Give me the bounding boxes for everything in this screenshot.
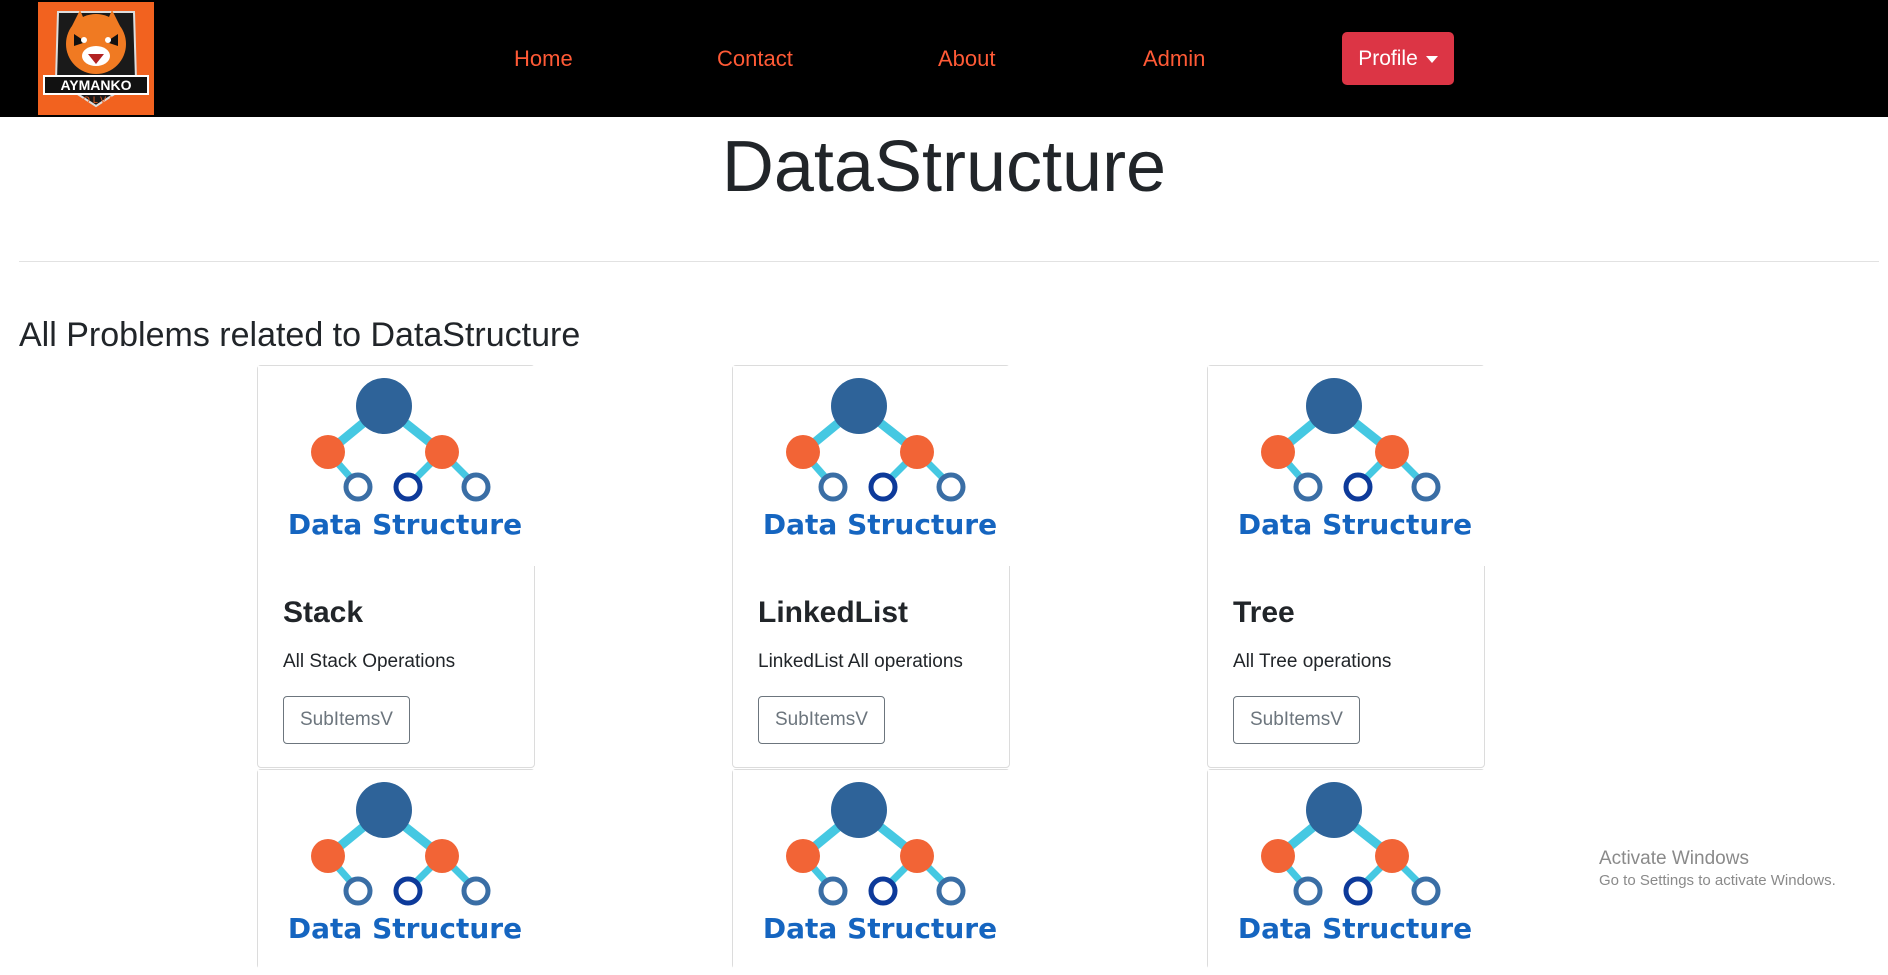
card-text: All Stack Operations bbox=[283, 651, 456, 672]
subitems-button[interactable]: SubItemsV bbox=[283, 696, 410, 744]
activate-windows-watermark: Activate Windows Go to Settings to activ… bbox=[1599, 847, 1836, 891]
divider bbox=[19, 261, 1879, 262]
card-title: Tree bbox=[1233, 596, 1295, 629]
card-text: All Tree operations bbox=[1233, 651, 1392, 672]
card-image-caption: Data Structure bbox=[288, 508, 522, 541]
navbar: AYMANKO SOLVE Home Contact About Admin P… bbox=[0, 0, 1888, 117]
data-structure-tree-icon: Data Structure bbox=[1208, 770, 1486, 970]
card-image-caption: Data Structure bbox=[288, 912, 522, 945]
caret-down-icon bbox=[1425, 56, 1438, 63]
tiger-logo-icon[interactable]: AYMANKO SOLVE bbox=[38, 2, 154, 115]
nav-link-about[interactable]: About bbox=[938, 44, 996, 74]
data-structure-tree-icon: Data Structure bbox=[1208, 366, 1486, 566]
page-title: DataStructure bbox=[721, 127, 1167, 207]
subitems-button[interactable]: SubItemsV bbox=[1233, 696, 1360, 744]
problem-card: Data Structure Stack All Stack Operations S… bbox=[257, 365, 536, 768]
problem-card: Data Structure bbox=[732, 769, 1011, 970]
card-title: Stack bbox=[283, 596, 364, 629]
data-structure-tree-icon: Data Structure bbox=[733, 770, 1011, 970]
subitems-button[interactable]: SubItemsV bbox=[758, 696, 885, 744]
profile-dropdown-button[interactable]: Profile bbox=[1342, 32, 1454, 85]
data-structure-tree-icon: Data Structure bbox=[258, 770, 536, 970]
logo-text-top: AYMANKO bbox=[60, 77, 131, 93]
watermark-title: Activate Windows bbox=[1599, 848, 1749, 869]
logo-text-bottom: SOLVE bbox=[74, 95, 118, 105]
section-heading: All Problems related to DataStructure bbox=[19, 316, 581, 354]
problem-card: Data Structure Tree All Tree operations Sub… bbox=[1207, 365, 1486, 768]
card-image-caption: Data Structure bbox=[1238, 508, 1472, 541]
data-structure-tree-icon: Data Structure bbox=[733, 366, 1011, 566]
card-text: LinkedList All operations bbox=[758, 651, 963, 672]
problem-card: Data Structure LinkedList LinkedList All o… bbox=[732, 365, 1011, 768]
card-image-caption: Data Structure bbox=[1238, 912, 1472, 945]
problem-card: Data Structure bbox=[257, 769, 536, 970]
watermark-subtitle: Go to Settings to activate Windows. bbox=[1599, 872, 1836, 889]
card-image-caption: Data Structure bbox=[763, 912, 997, 945]
profile-label: Profile bbox=[1358, 46, 1418, 70]
nav-link-admin[interactable]: Admin bbox=[1143, 44, 1205, 74]
card-image-caption: Data Structure bbox=[763, 508, 997, 541]
nav-link-contact[interactable]: Contact bbox=[717, 44, 793, 74]
card-title: LinkedList bbox=[758, 596, 909, 629]
data-structure-tree-icon: Data Structure bbox=[258, 366, 536, 566]
problem-card: Data Structure bbox=[1207, 769, 1486, 970]
nav-link-home[interactable]: Home bbox=[514, 44, 573, 74]
